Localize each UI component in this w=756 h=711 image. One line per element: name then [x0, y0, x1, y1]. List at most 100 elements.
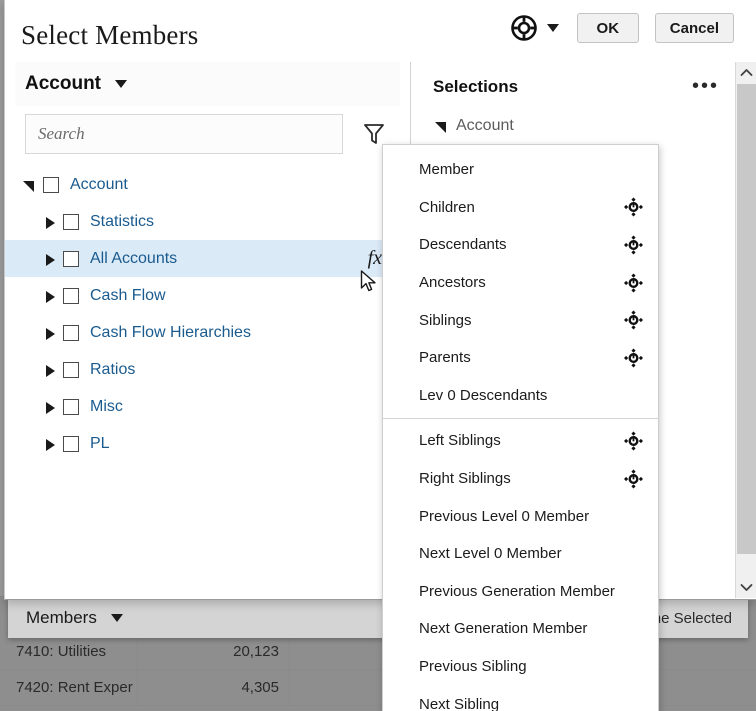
search-input[interactable]	[25, 114, 343, 154]
menu-item-next-level-0-member[interactable]: Next Level 0 Member	[383, 535, 658, 573]
vertical-scrollbar[interactable]	[735, 62, 756, 598]
menu-item-next-sibling[interactable]: Next Sibling	[383, 685, 658, 711]
tree-node-all-accounts[interactable]: All Accounts fx	[5, 240, 410, 277]
menu-item-right-siblings[interactable]: Right Siblings	[383, 460, 658, 498]
tree-node-label[interactable]: Misc	[90, 398, 123, 416]
tree-node-label[interactable]: Cash Flow Hierarchies	[90, 324, 251, 342]
menu-item-label: Next Sibling	[419, 696, 499, 711]
help-menu[interactable]	[510, 14, 559, 42]
disclosure-collapsed-icon[interactable]	[43, 252, 57, 266]
chevron-down-icon[interactable]	[547, 24, 559, 32]
menu-item-label: Next Level 0 Member	[419, 545, 562, 562]
menu-item-previous-level-0-member[interactable]: Previous Level 0 Member	[383, 497, 658, 535]
inclusive-target-icon[interactable]	[624, 198, 643, 217]
grid-cell-label: 7410: Utilities	[0, 634, 138, 670]
disclosure-expanded-icon[interactable]	[23, 178, 37, 192]
chevron-up-icon[interactable]	[736, 62, 756, 83]
funnel-filter-icon[interactable]	[363, 122, 385, 146]
tree-node-account[interactable]: Account	[5, 166, 410, 203]
tree-node-label[interactable]: Account	[70, 176, 128, 194]
dialog-header-actions: OK Cancel	[510, 13, 734, 43]
tree-node-label[interactable]: PL	[90, 435, 110, 453]
inclusive-target-icon[interactable]	[624, 469, 643, 488]
menu-item-label: Children	[419, 199, 475, 216]
chevron-down-icon[interactable]	[736, 577, 756, 598]
selection-status-text: ne Selected	[653, 610, 748, 627]
menu-item-label: Right Siblings	[419, 470, 511, 487]
menu-item-parents[interactable]: Parents	[383, 339, 658, 377]
menu-item-previous-sibling[interactable]: Previous Sibling	[383, 648, 658, 686]
grid-cell-value: 4,305	[138, 670, 290, 706]
tree-node-cash-flow-hierarchies[interactable]: Cash Flow Hierarchies	[5, 314, 410, 351]
disclosure-collapsed-icon[interactable]	[43, 289, 57, 303]
search-row	[25, 114, 400, 154]
caret-down-icon[interactable]	[115, 80, 127, 88]
cancel-button[interactable]: Cancel	[655, 13, 734, 43]
screen-root: 7410: Utilities 20,123 60,368 7420: Rent…	[0, 0, 756, 711]
page-title: Select Members	[21, 20, 199, 51]
disclosure-collapsed-icon[interactable]	[43, 363, 57, 377]
tree-node-pl[interactable]: PL	[5, 425, 410, 462]
tree-node-label[interactable]: Statistics	[90, 213, 154, 231]
menu-item-label: Next Generation Member	[419, 620, 587, 637]
tree-node-cash-flow[interactable]: Cash Flow	[5, 277, 410, 314]
checkbox[interactable]	[43, 177, 59, 193]
menu-item-lev-0-descendants[interactable]: Lev 0 Descendants	[383, 377, 658, 415]
checkbox[interactable]	[63, 399, 79, 415]
tree-node-label[interactable]: Ratios	[90, 361, 135, 379]
disclosure-collapsed-icon[interactable]	[43, 215, 57, 229]
inclusive-target-icon[interactable]	[624, 273, 643, 292]
tree-node-label[interactable]: Cash Flow	[90, 287, 166, 305]
inclusive-target-icon[interactable]	[624, 348, 643, 367]
member-browser-panel: Account ••• Accou	[5, 62, 411, 598]
member-relationship-context-menu: Member Children Descendants	[382, 144, 659, 711]
members-dropdown-label[interactable]: Members	[8, 608, 97, 628]
menu-item-label: Lev 0 Descendants	[419, 387, 547, 404]
scrollbar-thumb[interactable]	[737, 84, 756, 554]
tree-node-statistics[interactable]: Statistics	[5, 203, 410, 240]
menu-item-siblings[interactable]: Siblings	[383, 301, 658, 339]
tree-node-ratios[interactable]: Ratios	[5, 351, 410, 388]
selections-title: Selections	[411, 77, 518, 97]
menu-item-label: Ancestors	[419, 274, 486, 291]
menu-item-member[interactable]: Member	[383, 151, 658, 189]
checkbox[interactable]	[63, 251, 79, 267]
checkbox[interactable]	[63, 362, 79, 378]
caret-down-icon[interactable]	[111, 614, 123, 622]
disclosure-collapsed-icon[interactable]	[43, 326, 57, 340]
tree-node-label[interactable]: All Accounts	[90, 250, 177, 268]
selections-item-account[interactable]: Account	[411, 112, 756, 140]
menu-item-label: Left Siblings	[419, 432, 501, 449]
function-fx-icon[interactable]: fx	[368, 247, 382, 270]
selections-overflow-menu-icon[interactable]: •••	[692, 77, 719, 95]
dimension-name[interactable]: Account	[15, 73, 101, 95]
inclusive-target-icon[interactable]	[624, 235, 643, 254]
disclosure-expanded-icon[interactable]	[435, 119, 449, 133]
checkbox[interactable]	[63, 325, 79, 341]
life-preserver-help-icon[interactable]	[510, 14, 538, 42]
checkbox[interactable]	[63, 288, 79, 304]
menu-item-ancestors[interactable]: Ancestors	[383, 264, 658, 302]
menu-item-previous-generation-member[interactable]: Previous Generation Member	[383, 573, 658, 611]
grid-cell-label: 7420: Rent Exper	[0, 670, 138, 706]
disclosure-collapsed-icon[interactable]	[43, 437, 57, 451]
dialog-header: Select Members OK	[5, 0, 756, 62]
menu-item-label: Descendants	[419, 236, 507, 253]
menu-item-children[interactable]: Children	[383, 189, 658, 227]
member-tree: Account Statistics All Accounts fx	[5, 166, 410, 462]
menu-item-next-generation-member[interactable]: Next Generation Member	[383, 610, 658, 648]
inclusive-target-icon[interactable]	[624, 311, 643, 330]
checkbox[interactable]	[63, 436, 79, 452]
tree-node-misc[interactable]: Misc	[5, 388, 410, 425]
menu-item-label: Previous Sibling	[419, 658, 527, 675]
dimension-selector[interactable]: Account •••	[15, 62, 400, 106]
inclusive-target-icon[interactable]	[624, 431, 643, 450]
disclosure-collapsed-icon[interactable]	[43, 400, 57, 414]
menu-item-label: Siblings	[419, 312, 472, 329]
ok-button[interactable]: OK	[577, 13, 639, 43]
selections-item-label: Account	[456, 117, 514, 135]
menu-item-descendants[interactable]: Descendants	[383, 226, 658, 264]
menu-item-left-siblings[interactable]: Left Siblings	[383, 422, 658, 460]
grid-cell-value: 20,123	[138, 634, 290, 670]
checkbox[interactable]	[63, 214, 79, 230]
